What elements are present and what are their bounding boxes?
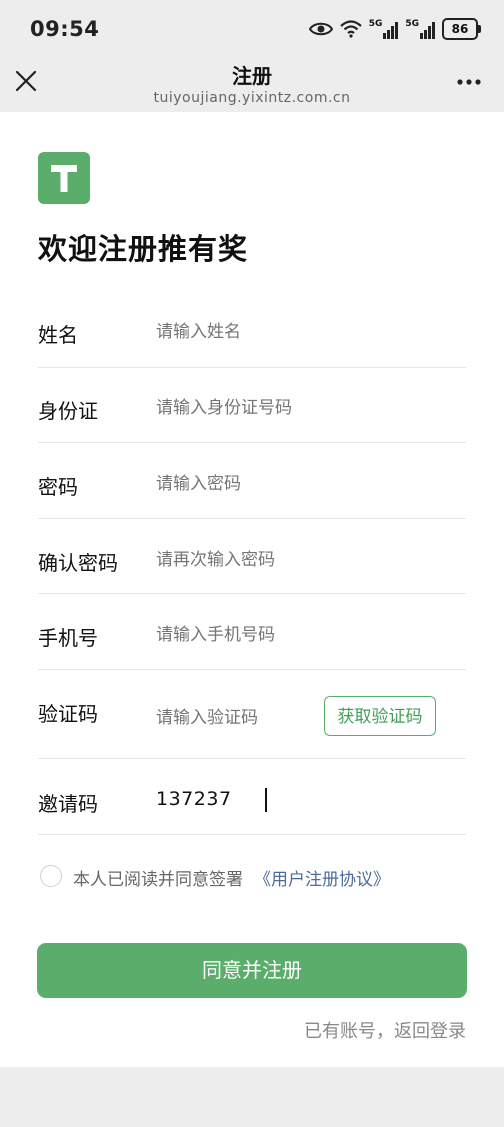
phone-label: 手机号 <box>38 626 98 650</box>
id-card-row: 身份证 <box>38 367 466 443</box>
page-url: tuiyoujiang.yixintz.com.cn <box>153 90 351 106</box>
status-icons: 5G 5G 86 <box>308 16 481 42</box>
password-label: 密码 <box>38 475 78 499</box>
name-label: 姓名 <box>38 323 78 347</box>
signal-5g-icon: 5G <box>405 19 435 39</box>
logo-t-icon <box>51 165 77 192</box>
verify-code-label: 验证码 <box>38 702 98 726</box>
status-time: 09:54 <box>30 17 100 41</box>
confirm-password-input[interactable] <box>156 550 356 570</box>
name-row: 姓名 <box>38 292 466 368</box>
bottom-area <box>0 1067 504 1127</box>
signal-5g-label: 5G <box>405 19 419 29</box>
agreement-text: 本人已阅读并同意签署 <box>73 870 243 890</box>
welcome-heading: 欢迎注册推有奖 <box>38 232 249 266</box>
phone-input[interactable] <box>156 625 356 645</box>
agreement-checkbox[interactable] <box>40 865 62 887</box>
status-bar: 09:54 5G 5G 86 <box>0 0 504 56</box>
register-button[interactable]: 同意并注册 <box>37 943 467 998</box>
phone-row: 手机号 <box>38 593 466 670</box>
app-logo <box>38 152 90 204</box>
id-card-input[interactable] <box>156 398 356 418</box>
invite-code-input[interactable] <box>156 788 356 810</box>
confirm-password-label: 确认密码 <box>38 551 118 575</box>
wifi-icon <box>339 20 362 38</box>
nav-bar: 注册 tuiyoujiang.yixintz.com.cn <box>0 56 504 112</box>
agreement-link[interactable]: 《用户注册协议》 <box>254 865 390 890</box>
get-code-button[interactable]: 获取验证码 <box>324 696 436 736</box>
id-card-label: 身份证 <box>38 399 98 423</box>
signal-5g-icon: 5G <box>369 19 399 39</box>
more-icon[interactable] <box>456 72 482 92</box>
password-input[interactable] <box>156 474 356 494</box>
page-title: 注册 <box>232 64 272 88</box>
verify-code-row: 验证码 获取验证码 <box>38 669 466 759</box>
battery-indicator: 86 <box>442 18 481 40</box>
register-form-card: 欢迎注册推有奖 姓名 身份证 密码 确认密码 手机号 验证码 获取验证码 邀请码… <box>0 112 504 1067</box>
name-input[interactable] <box>156 322 356 342</box>
text-caret <box>265 788 267 812</box>
signal-5g-label: 5G <box>368 19 383 29</box>
eye-icon <box>308 22 333 36</box>
agreement-row: 本人已阅读并同意签署 《用户注册协议》 <box>40 862 470 892</box>
invite-code-row: 邀请码 <box>38 758 466 835</box>
invite-code-label: 邀请码 <box>38 792 98 816</box>
password-row: 密码 <box>38 442 466 519</box>
back-to-login-link[interactable]: 已有账号，返回登录 <box>304 1017 466 1043</box>
confirm-password-row: 确认密码 <box>38 518 466 594</box>
